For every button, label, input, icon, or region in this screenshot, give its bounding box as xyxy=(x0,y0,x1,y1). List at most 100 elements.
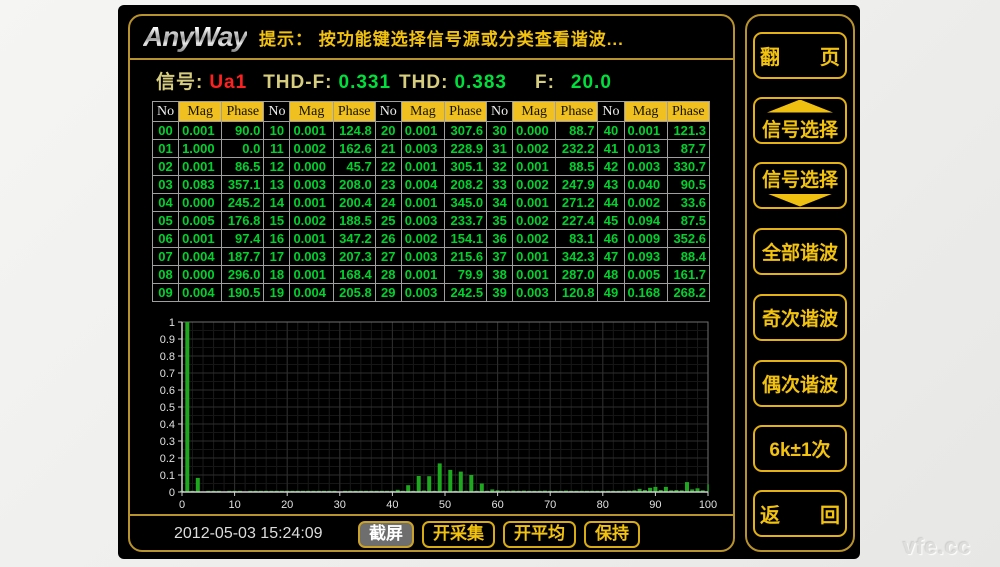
svg-text:70: 70 xyxy=(544,499,556,511)
sidebar-button-6k1-harmonics[interactable]: 6k±1次 xyxy=(753,425,847,472)
freq-label: F: xyxy=(535,72,555,94)
svg-text:0.5: 0.5 xyxy=(160,402,175,414)
hold-button[interactable]: 保持 xyxy=(584,521,640,548)
thdf-value: 0.331 xyxy=(339,72,392,94)
start-averaging-button[interactable]: 开平均 xyxy=(503,521,576,548)
cell-phase: 86.5 xyxy=(222,158,264,176)
cell-harmonic-no: 02 xyxy=(153,158,179,176)
cell-phase: 33.6 xyxy=(667,194,709,212)
cell-mag: 0.001 xyxy=(513,248,556,266)
cell-phase: 121.3 xyxy=(667,122,709,140)
cell-phase: 187.7 xyxy=(222,248,264,266)
cell-mag: 0.004 xyxy=(179,248,222,266)
column-header: No xyxy=(153,102,179,122)
cell-harmonic-no: 04 xyxy=(153,194,179,212)
cell-phase: 245.2 xyxy=(222,194,264,212)
cell-phase: 330.7 xyxy=(667,158,709,176)
sidebar-button-page-turn[interactable]: 翻 页 xyxy=(753,32,847,79)
cell-harmonic-no: 41 xyxy=(598,140,624,158)
cell-harmonic-no: 28 xyxy=(375,266,401,284)
cell-phase: 120.8 xyxy=(556,284,598,302)
cell-mag: 0.000 xyxy=(179,266,222,284)
column-header: No xyxy=(598,102,624,122)
cell-harmonic-no: 45 xyxy=(598,212,624,230)
cell-mag: 0.003 xyxy=(401,212,444,230)
cell-phase: 215.6 xyxy=(444,248,486,266)
start-sampling-button[interactable]: 开采集 xyxy=(422,521,495,548)
column-header: Mag xyxy=(624,102,667,122)
cell-mag: 0.001 xyxy=(290,122,333,140)
cell-harmonic-no: 17 xyxy=(264,248,290,266)
cell-phase: 161.7 xyxy=(667,266,709,284)
cell-mag: 0.094 xyxy=(624,212,667,230)
cell-mag: 0.001 xyxy=(179,122,222,140)
cell-phase: 271.2 xyxy=(556,194,598,212)
cell-mag: 0.001 xyxy=(401,122,444,140)
svg-text:0.3: 0.3 xyxy=(160,436,175,448)
cell-mag: 0.093 xyxy=(624,248,667,266)
bottom-bar: 2012-05-03 15:24:09 截屏开采集开平均保持 xyxy=(130,514,733,552)
cell-harmonic-no: 32 xyxy=(487,158,513,176)
svg-text:0: 0 xyxy=(179,499,185,511)
sidebar-button-label: 信号选择 xyxy=(762,165,838,192)
status-row: 信号: Ua1 THD-F: 0.331 THD: 0.383 F: 20.0 xyxy=(156,67,733,94)
cell-harmonic-no: 42 xyxy=(598,158,624,176)
sidebar-button-label: 信号选择 xyxy=(762,115,838,142)
svg-text:90: 90 xyxy=(649,499,661,511)
sidebar-button-label: 6k±1次 xyxy=(769,435,830,462)
cell-mag: 0.000 xyxy=(179,194,222,212)
cell-harmonic-no: 08 xyxy=(153,266,179,284)
cell-phase: 227.4 xyxy=(556,212,598,230)
column-header: Phase xyxy=(444,102,486,122)
column-header: Phase xyxy=(333,102,375,122)
sidebar-button-signal-select-down[interactable]: 信号选择 xyxy=(753,162,847,209)
cell-mag: 0.002 xyxy=(290,212,333,230)
cell-mag: 0.003 xyxy=(290,248,333,266)
thdf-label: THD-F: xyxy=(263,72,332,94)
cell-mag: 0.004 xyxy=(290,284,333,302)
prompt-text: 提示： 按功能键选择信号源或分类查看谐波... xyxy=(259,25,624,50)
cell-phase: 268.2 xyxy=(667,284,709,302)
cell-mag: 0.001 xyxy=(513,194,556,212)
cell-mag: 0.168 xyxy=(624,284,667,302)
sidebar-button-signal-select-up[interactable]: 信号选择 xyxy=(753,97,847,144)
cell-harmonic-no: 14 xyxy=(264,194,290,212)
cell-mag: 1.000 xyxy=(179,140,222,158)
cell-phase: 97.4 xyxy=(222,230,264,248)
svg-text:0.8: 0.8 xyxy=(160,351,175,363)
cell-harmonic-no: 24 xyxy=(375,194,401,212)
cell-harmonic-no: 43 xyxy=(598,176,624,194)
cell-phase: 168.4 xyxy=(333,266,375,284)
sidebar-button-all-harmonics[interactable]: 全部谐波 xyxy=(753,228,847,275)
up-arrow-icon xyxy=(767,100,833,113)
cell-phase: 188.5 xyxy=(333,212,375,230)
main-panel: AnyWay 提示： 按功能键选择信号源或分类查看谐波... 信号: Ua1 T… xyxy=(128,14,735,552)
svg-text:1: 1 xyxy=(169,317,175,329)
harmonics-chart: 010203040506070809010000.10.20.30.40.50.… xyxy=(143,312,733,514)
sidebar-button-even-harmonics[interactable]: 偶次谐波 xyxy=(753,360,847,407)
cell-mag: 0.004 xyxy=(401,176,444,194)
cell-mag: 0.003 xyxy=(401,284,444,302)
sidebar-button-odd-harmonics[interactable]: 奇次谐波 xyxy=(753,294,847,341)
svg-text:0.6: 0.6 xyxy=(160,385,175,397)
signal-label: 信号: xyxy=(156,67,203,94)
cell-phase: 88.7 xyxy=(556,122,598,140)
cell-harmonic-no: 47 xyxy=(598,248,624,266)
column-header: Mag xyxy=(179,102,222,122)
table-row: 000.00190.0100.001124.8200.001307.6300.0… xyxy=(153,122,710,140)
table-row: 040.000245.2140.001200.4240.001345.0340.… xyxy=(153,194,710,212)
cell-phase: 176.8 xyxy=(222,212,264,230)
screenshot-button[interactable]: 截屏 xyxy=(358,521,414,548)
cell-harmonic-no: 09 xyxy=(153,284,179,302)
device-screen: AnyWay 提示： 按功能键选择信号源或分类查看谐波... 信号: Ua1 T… xyxy=(118,5,860,559)
cell-mag: 0.040 xyxy=(624,176,667,194)
cell-mag: 0.001 xyxy=(179,158,222,176)
cell-phase: 305.1 xyxy=(444,158,486,176)
svg-text:40: 40 xyxy=(386,499,398,511)
cell-phase: 190.5 xyxy=(222,284,264,302)
cell-mag: 0.003 xyxy=(401,140,444,158)
cell-mag: 0.002 xyxy=(401,230,444,248)
cell-phase: 307.6 xyxy=(444,122,486,140)
sidebar-button-return[interactable]: 返 回 xyxy=(753,490,847,537)
svg-text:50: 50 xyxy=(439,499,451,511)
